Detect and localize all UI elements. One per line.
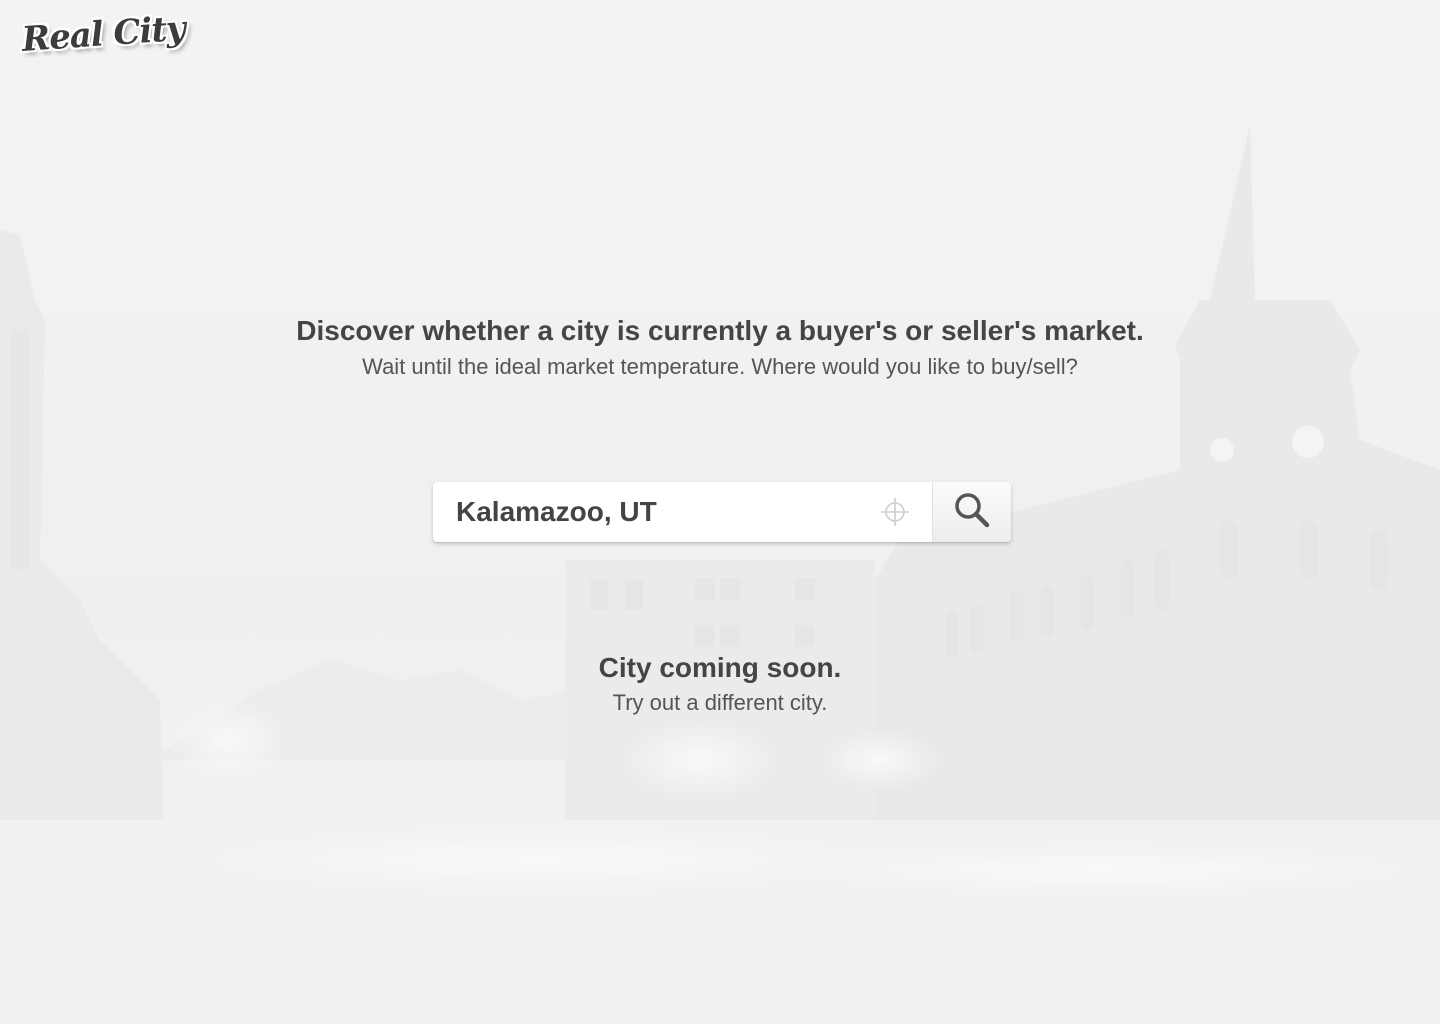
hero-headline: Discover whether a city is currently a b… bbox=[296, 315, 1144, 346]
status-message: City coming soon. Try out a different ci… bbox=[0, 648, 1440, 718]
status-subtitle: Try out a different city. bbox=[612, 690, 828, 715]
city-search-bar bbox=[433, 482, 1011, 542]
crosshair-icon[interactable] bbox=[879, 496, 911, 528]
search-button[interactable] bbox=[932, 482, 1011, 542]
hero-section: Discover whether a city is currently a b… bbox=[0, 310, 1440, 382]
hero-subline: Wait until the ideal market temperature.… bbox=[362, 354, 1078, 379]
status-title: City coming soon. bbox=[598, 652, 842, 683]
city-search-input[interactable] bbox=[433, 482, 856, 542]
magnifier-icon bbox=[953, 491, 991, 534]
